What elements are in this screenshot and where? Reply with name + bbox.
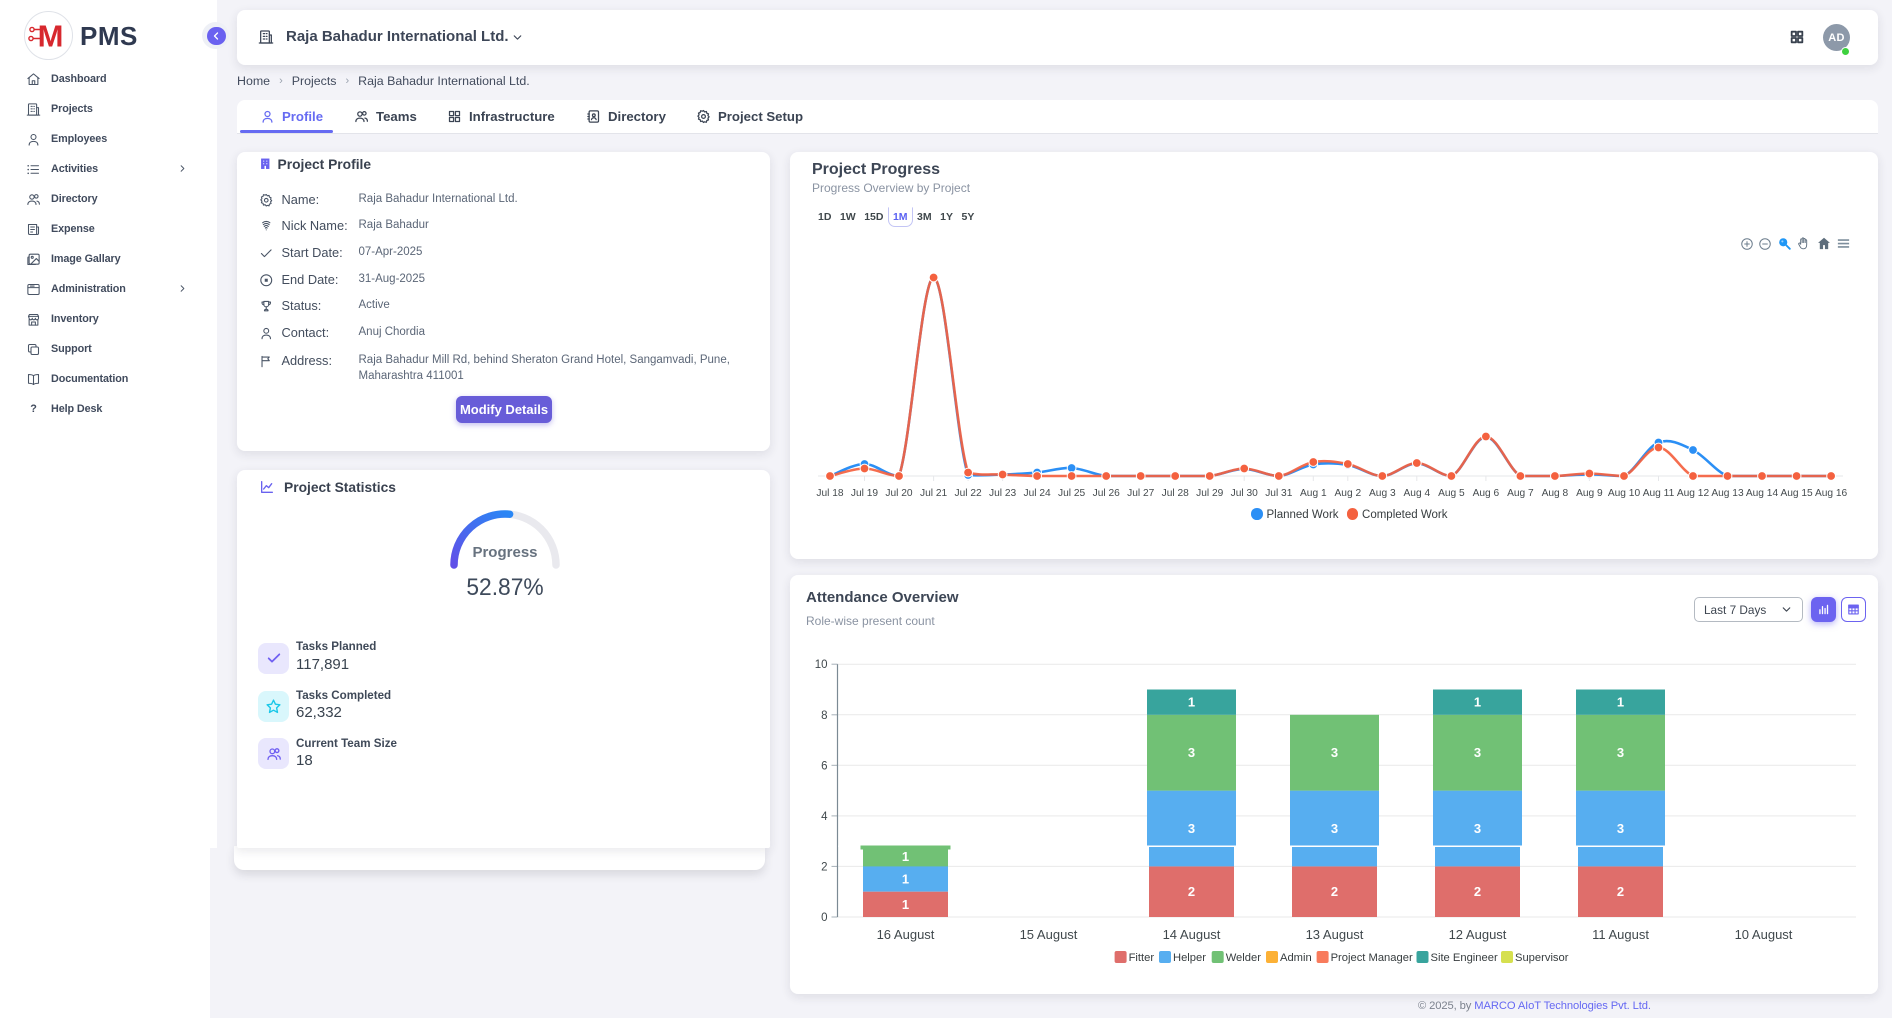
svg-text:Aug 13: Aug 13 <box>1711 488 1744 499</box>
svg-text:3: 3 <box>1617 821 1624 836</box>
svg-text:Aug 2: Aug 2 <box>1334 488 1361 499</box>
svg-text:1: 1 <box>902 897 909 912</box>
svg-text:Jul 26: Jul 26 <box>1093 488 1121 499</box>
svg-text:Aug 10: Aug 10 <box>1608 488 1641 499</box>
svg-text:Jul 23: Jul 23 <box>989 488 1017 499</box>
svg-text:Aug 1: Aug 1 <box>1300 488 1327 499</box>
svg-text:Welder: Welder <box>1226 952 1262 964</box>
svg-text:Jul 25: Jul 25 <box>1058 488 1086 499</box>
svg-text:1: 1 <box>1617 695 1624 710</box>
svg-text:Fitter: Fitter <box>1129 952 1155 964</box>
svg-text:1: 1 <box>1474 695 1481 710</box>
svg-text:10 August: 10 August <box>1735 927 1793 942</box>
svg-text:Jul 18: Jul 18 <box>816 488 844 499</box>
svg-text:12 August: 12 August <box>1449 927 1507 942</box>
svg-text:Jul 28: Jul 28 <box>1162 488 1190 499</box>
svg-text:1: 1 <box>902 872 909 887</box>
svg-text:Jul 22: Jul 22 <box>955 488 983 499</box>
svg-text:Site Engineer: Site Engineer <box>1431 952 1498 964</box>
svg-text:Aug 4: Aug 4 <box>1403 488 1430 499</box>
svg-text:3: 3 <box>1474 821 1481 836</box>
svg-text:Aug 7: Aug 7 <box>1507 488 1534 499</box>
svg-text:14 August: 14 August <box>1163 927 1221 942</box>
svg-text:Jul 31: Jul 31 <box>1265 488 1293 499</box>
svg-text:Admin: Admin <box>1280 952 1312 964</box>
svg-text:Aug 8: Aug 8 <box>1542 488 1569 499</box>
svg-text:Aug 9: Aug 9 <box>1576 488 1603 499</box>
svg-text:4: 4 <box>821 811 828 823</box>
svg-text:M: M <box>38 19 64 54</box>
svg-text:Jul 27: Jul 27 <box>1127 488 1155 499</box>
svg-text:Jul 21: Jul 21 <box>920 488 948 499</box>
svg-text:Aug 15: Aug 15 <box>1780 488 1813 499</box>
svg-text:Aug 5: Aug 5 <box>1438 488 1465 499</box>
svg-text:16 August: 16 August <box>877 927 935 942</box>
svg-text:0: 0 <box>821 912 827 924</box>
svg-text:Supervisor: Supervisor <box>1515 952 1569 964</box>
svg-text:1: 1 <box>902 849 909 864</box>
svg-text:Aug 11: Aug 11 <box>1643 488 1675 499</box>
svg-text:1: 1 <box>1188 695 1195 710</box>
svg-text:11 August: 11 August <box>1592 927 1649 942</box>
svg-text:15 August: 15 August <box>1020 927 1078 942</box>
svg-text:2: 2 <box>821 861 827 873</box>
svg-text:3: 3 <box>1331 821 1338 836</box>
svg-text:Jul 19: Jul 19 <box>851 488 879 499</box>
svg-text:Aug 14: Aug 14 <box>1746 488 1779 499</box>
svg-text:Aug 12: Aug 12 <box>1677 488 1710 499</box>
svg-text:8: 8 <box>821 710 827 722</box>
svg-text:Jul 29: Jul 29 <box>1196 488 1224 499</box>
svg-text:Aug 3: Aug 3 <box>1369 488 1396 499</box>
svg-text:Aug 6: Aug 6 <box>1473 488 1500 499</box>
svg-text:Jul 24: Jul 24 <box>1024 488 1052 499</box>
svg-text:2: 2 <box>1188 884 1195 899</box>
svg-text:Aug 16: Aug 16 <box>1815 488 1848 499</box>
svg-text:Project Manager: Project Manager <box>1331 952 1413 964</box>
svg-text:3: 3 <box>1188 821 1195 836</box>
svg-text:3: 3 <box>1617 745 1624 760</box>
svg-text:Jul 20: Jul 20 <box>885 488 913 499</box>
svg-text:Helper: Helper <box>1173 952 1206 964</box>
svg-text:2: 2 <box>1617 884 1624 899</box>
svg-text:3: 3 <box>1474 745 1481 760</box>
svg-text:6: 6 <box>821 760 827 772</box>
svg-text:3: 3 <box>1331 745 1338 760</box>
svg-text:Jul 30: Jul 30 <box>1231 488 1259 499</box>
svg-text:10: 10 <box>815 659 828 671</box>
svg-text:13 August: 13 August <box>1306 927 1364 942</box>
svg-text:2: 2 <box>1474 884 1481 899</box>
svg-text:3: 3 <box>1188 745 1195 760</box>
svg-text:2: 2 <box>1331 884 1338 899</box>
